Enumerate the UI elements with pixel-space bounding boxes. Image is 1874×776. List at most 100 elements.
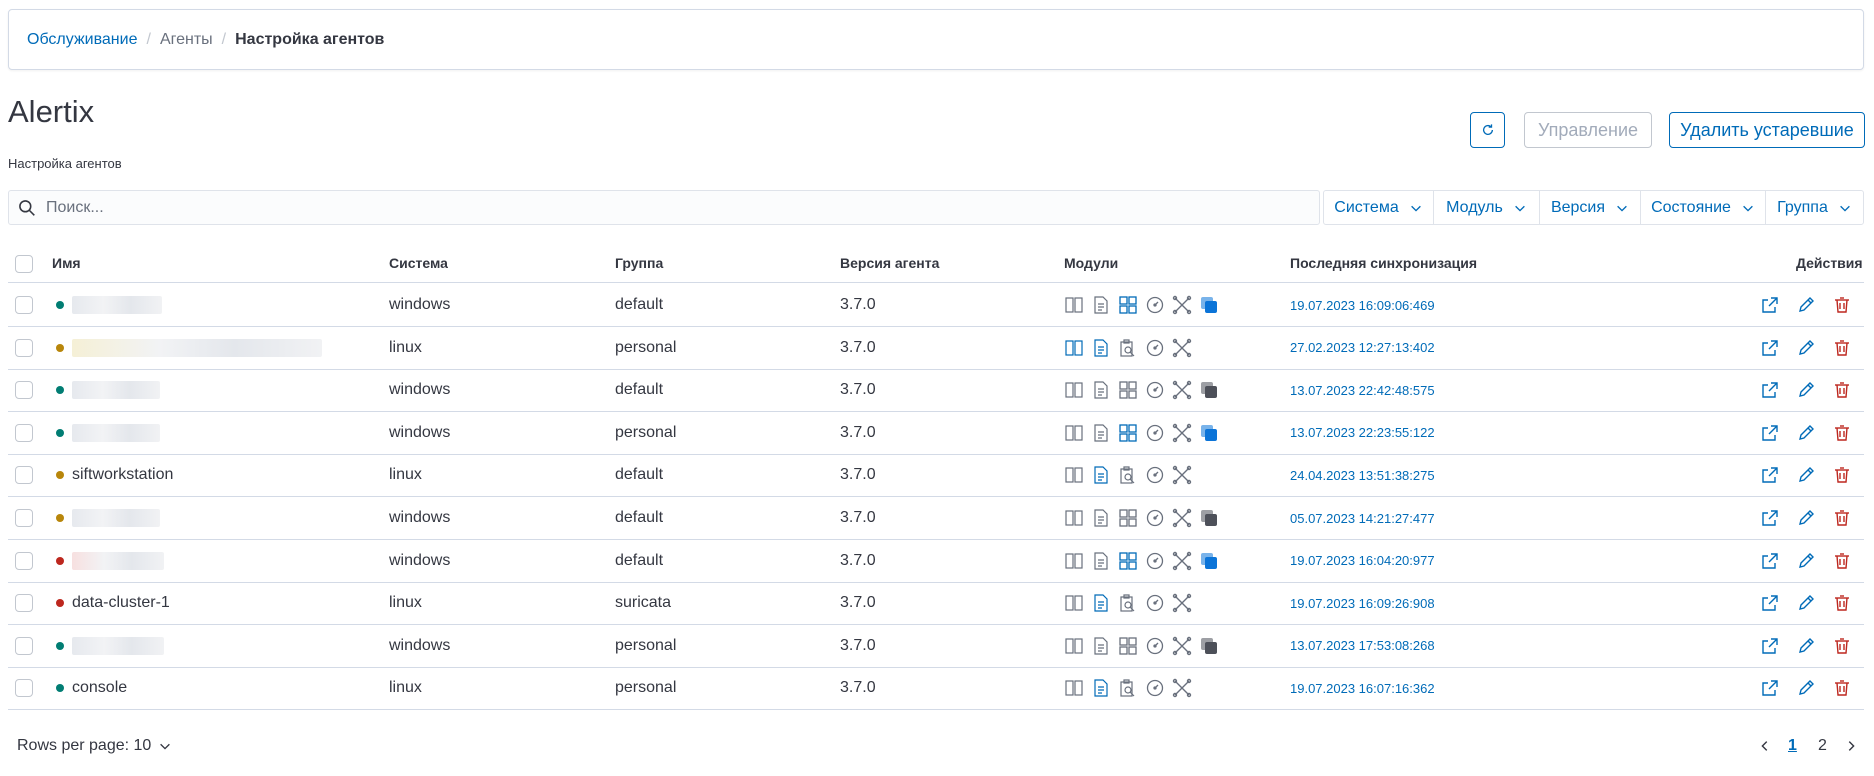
row-checkbox[interactable] (15, 636, 33, 655)
open-external-icon[interactable] (1761, 552, 1779, 570)
row-checkbox[interactable] (15, 423, 33, 442)
last-sync-date[interactable]: 19.07.2023 16:09:06:469 (1290, 284, 1435, 326)
agent-system: linux (389, 594, 422, 612)
row-checkbox[interactable] (15, 679, 33, 698)
refresh-button[interactable] (1470, 112, 1505, 148)
table-row[interactable]: windows personal 3.7.0 13.07.2023 17:53:08:… (8, 625, 1864, 668)
table-row[interactable]: console linux personal 3.7.0 19.07.2023 16:0… (8, 667, 1864, 711)
row-checkbox[interactable] (15, 381, 33, 400)
filter-status-button[interactable]: Состояние (1641, 191, 1766, 224)
open-external-icon[interactable] (1761, 381, 1779, 399)
filter-module-label: Модуль (1446, 198, 1503, 216)
row-checkbox[interactable] (15, 551, 33, 570)
table-row[interactable]: windows default 3.7.0 13.07.2023 22:42:48:5… (8, 369, 1864, 413)
row-checkbox[interactable] (15, 509, 33, 527)
filter-version-button[interactable]: Версия (1540, 191, 1641, 224)
open-external-icon[interactable] (1761, 509, 1779, 527)
edit-pencil-icon[interactable] (1797, 552, 1815, 570)
open-external-icon[interactable] (1761, 466, 1779, 484)
agent-name-cell (56, 327, 322, 369)
filter-group: Система Модуль Версия Состояние Группа (1323, 190, 1864, 225)
last-sync-date[interactable]: 19.07.2023 16:04:20:977 (1290, 540, 1435, 582)
agent-name[interactable]: data-cluster-1 (72, 594, 170, 612)
row-checkbox[interactable] (15, 594, 33, 613)
table-row[interactable]: siftworkstation linux default 3.7.0 24.04.20… (8, 454, 1864, 498)
delete-trash-icon[interactable] (1833, 509, 1851, 527)
edit-pencil-icon[interactable] (1797, 339, 1815, 357)
search-input[interactable] (46, 198, 1296, 217)
table-row[interactable]: linux personal 3.7.0 27.02.2023 12:27:13:40… (8, 327, 1864, 370)
open-external-icon[interactable] (1761, 637, 1779, 655)
edit-pencil-icon[interactable] (1797, 296, 1815, 314)
open-external-icon[interactable] (1761, 339, 1779, 357)
edit-pencil-icon[interactable] (1797, 637, 1815, 655)
table-row[interactable]: windows personal 3.7.0 13.07.2023 22:23:55:… (8, 412, 1864, 455)
delete-trash-icon[interactable] (1833, 339, 1851, 357)
open-external-icon[interactable] (1761, 594, 1779, 612)
open-external-icon[interactable] (1761, 424, 1779, 442)
rows-per-page-selector[interactable]: Rows per page: 10 (17, 737, 172, 755)
delete-trash-icon[interactable] (1833, 381, 1851, 399)
column-system[interactable]: Система (389, 255, 448, 271)
open-external-icon[interactable] (1761, 679, 1779, 697)
open-external-icon[interactable] (1761, 296, 1779, 314)
table-row[interactable]: windows default 3.7.0 19.07.2023 16:09:06:4… (8, 284, 1864, 327)
column-version[interactable]: Версия агента (840, 255, 939, 271)
column-name[interactable]: Имя (52, 255, 81, 271)
filter-status-label: Состояние (1651, 198, 1731, 216)
table-row[interactable]: windows default 3.7.0 19.07.2023 16:04:20:9… (8, 540, 1864, 583)
breadcrumb-agents[interactable]: Агенты (160, 31, 213, 49)
agent-modules (1064, 284, 1226, 326)
agent-name[interactable]: console (72, 679, 127, 697)
table-row[interactable]: data-cluster-1 linux suricata 3.7.0 19.07.20… (8, 582, 1864, 626)
delete-trash-icon[interactable] (1833, 594, 1851, 612)
status-dot (56, 343, 64, 352)
page-2-link[interactable]: 2 (1818, 737, 1827, 755)
edit-pencil-icon[interactable] (1797, 509, 1815, 527)
next-page-icon[interactable] (1844, 739, 1858, 753)
last-sync-date[interactable]: 13.07.2023 22:23:55:122 (1290, 412, 1435, 454)
agent-group: default (615, 381, 664, 399)
filter-system-button[interactable]: Система (1324, 191, 1434, 224)
row-checkbox[interactable] (15, 466, 33, 485)
filter-group-button[interactable]: Группа (1766, 191, 1863, 224)
last-sync-date[interactable]: 19.07.2023 16:09:26:908 (1290, 582, 1435, 624)
search-icon (19, 199, 35, 216)
page-1-link[interactable]: 1 (1788, 737, 1797, 755)
select-all-checkbox[interactable] (15, 255, 33, 273)
table-row[interactable]: windows default 3.7.0 05.07.2023 14:21:27:4… (8, 497, 1864, 540)
filter-module-button[interactable]: Модуль (1434, 191, 1540, 224)
edit-pencil-icon[interactable] (1797, 594, 1815, 612)
last-sync-date[interactable]: 05.07.2023 14:21:27:477 (1290, 497, 1435, 539)
row-checkbox[interactable] (15, 296, 33, 314)
last-sync-date[interactable]: 13.07.2023 17:53:08:268 (1290, 625, 1435, 667)
last-sync-date[interactable]: 27.02.2023 12:27:13:402 (1290, 327, 1435, 369)
column-last-sync[interactable]: Последняя синхронизация (1290, 255, 1477, 271)
edit-pencil-icon[interactable] (1797, 424, 1815, 442)
chevron-down-icon (160, 743, 171, 750)
last-sync-date[interactable]: 13.07.2023 22:42:48:575 (1290, 369, 1435, 411)
last-sync-date[interactable]: 24.04.2023 13:51:38:275 (1290, 454, 1435, 496)
last-sync-date[interactable]: 19.07.2023 16:07:16:362 (1290, 667, 1435, 709)
inspect-report-icon (1120, 679, 1135, 697)
edit-pencil-icon[interactable] (1797, 679, 1815, 697)
column-group[interactable]: Группа (615, 255, 663, 271)
agent-group: suricata (615, 594, 672, 612)
gauge-icon (1146, 637, 1164, 654)
delete-trash-icon[interactable] (1833, 424, 1851, 442)
manage-button[interactable]: Управление (1524, 112, 1652, 148)
delete-trash-icon[interactable] (1833, 679, 1851, 697)
prev-page-icon[interactable] (1758, 739, 1772, 753)
edit-pencil-icon[interactable] (1797, 466, 1815, 484)
delete-outdated-button[interactable]: Удалить устаревшие (1669, 112, 1865, 148)
document-icon (1094, 338, 1108, 357)
delete-trash-icon[interactable] (1833, 552, 1851, 570)
row-checkbox[interactable] (15, 338, 33, 357)
delete-trash-icon[interactable] (1833, 466, 1851, 484)
edit-pencil-icon[interactable] (1797, 381, 1815, 399)
delete-trash-icon[interactable] (1833, 296, 1851, 314)
agent-system: linux (389, 679, 422, 697)
agent-name[interactable]: siftworkstation (72, 466, 173, 484)
delete-trash-icon[interactable] (1833, 637, 1851, 655)
breadcrumb-maintenance-link[interactable]: Обслуживание (27, 31, 137, 49)
